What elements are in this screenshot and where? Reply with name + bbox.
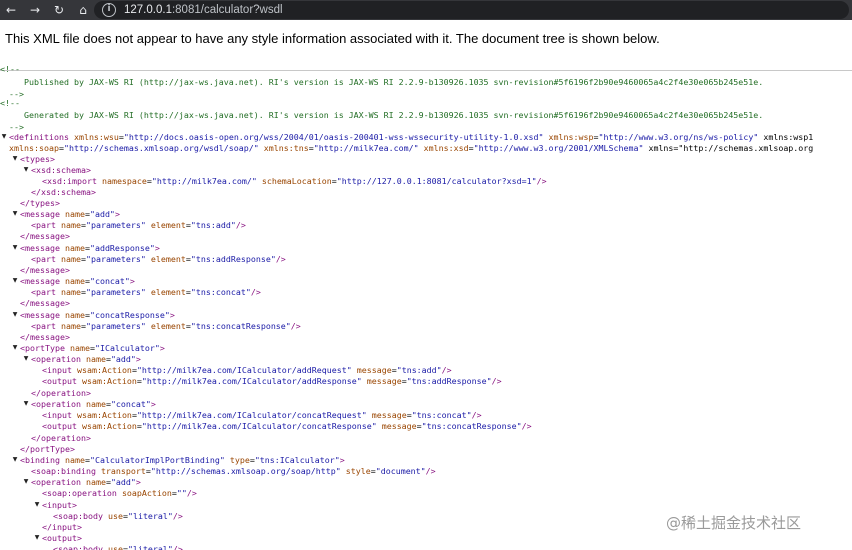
watermark: @稀土掘金技术社区: [666, 514, 802, 532]
collapse-arrow-icon[interactable]: ▼: [11, 242, 19, 254]
xml-comment-line: ▼<!--: [0, 97, 20, 109]
xml-text: <part name="parameters" element="tns:con…: [31, 321, 301, 331]
xml-comment-line: Published by JAX-WS RI (http://jax-ws.ja…: [24, 76, 763, 88]
xml-notice-text: This XML file does not appear to have an…: [5, 31, 660, 46]
url-text[interactable]: 127.0.0.1:8081/calculator?wsdl: [124, 3, 283, 17]
xml-text: </message>: [20, 332, 70, 342]
xml-text: <soap:body use="literal"/>: [53, 511, 183, 521]
xml-text: <part name="parameters" element="tns:con…: [31, 287, 261, 297]
collapse-arrow-icon[interactable]: ▼: [11, 153, 19, 165]
home-icon[interactable]: ⌂: [75, 2, 91, 18]
xml-element-line: </message>: [20, 297, 70, 309]
xml-tree: ▼<!--Published by JAX-WS RI (http://jax-…: [0, 60, 852, 550]
xml-text: <message name="add">: [20, 209, 120, 219]
xml-text: <types>: [20, 154, 55, 164]
xml-text: <portType name="ICalculator">: [20, 343, 165, 353]
collapse-arrow-icon[interactable]: ▼: [22, 398, 30, 410]
back-icon[interactable]: ←: [3, 2, 19, 18]
xml-text: <!--: [0, 98, 20, 108]
xml-text: </message>: [20, 265, 70, 275]
info-icon[interactable]: i: [102, 3, 116, 17]
browser-toolbar: ← → ↻ ⌂ i 127.0.0.1:8081/calculator?wsdl: [0, 0, 852, 20]
xml-text: <part name="parameters" element="tns:add…: [31, 254, 286, 264]
collapse-arrow-icon[interactable]: ▼: [0, 131, 8, 143]
xml-text: <output wsam:Action="http://milk7ea.com/…: [42, 421, 532, 431]
xml-text: <input wsam:Action="http://milk7ea.com/I…: [42, 410, 482, 420]
collapse-arrow-icon[interactable]: ▼: [11, 454, 19, 466]
xml-notice-bar: This XML file does not appear to have an…: [0, 20, 852, 71]
collapse-arrow-icon[interactable]: ▼: [11, 275, 19, 287]
xml-node-line: <output wsam:Action="http://milk7ea.com/…: [42, 375, 502, 387]
xml-text: </operation>: [31, 433, 91, 443]
xml-text: <soap:operation soapAction=""/>: [42, 488, 197, 498]
xml-text: <input wsam:Action="http://milk7ea.com/I…: [42, 365, 452, 375]
xml-text: </message>: [20, 231, 70, 241]
url-path: :8081/calculator?wsdl: [171, 4, 283, 16]
xml-text: <definitions xmlns:wsu="http://docs.oasi…: [9, 132, 814, 142]
reload-icon[interactable]: ↻: [51, 2, 67, 18]
xml-text: <soap:body use="literal"/>: [53, 544, 183, 550]
xml-text: <xsd:import namespace="http://milk7ea.co…: [42, 176, 547, 186]
xml-text: <!--: [0, 64, 20, 74]
collapse-arrow-icon[interactable]: ▼: [11, 208, 19, 220]
xml-text: <operation name="add">: [31, 354, 141, 364]
xml-node-line: <xsd:import namespace="http://milk7ea.co…: [42, 175, 547, 187]
xml-text: <message name="addResponse">: [20, 243, 160, 253]
xml-node-line: <soap:operation soapAction=""/>: [42, 487, 197, 499]
xml-text: </input>: [42, 522, 82, 532]
xml-text: <input>: [42, 500, 77, 510]
collapse-arrow-icon[interactable]: ▼: [33, 499, 41, 511]
xml-element-line: </message>: [20, 230, 70, 242]
xml-text: <part name="parameters" element="tns:add…: [31, 220, 246, 230]
xml-comment-line: Generated by JAX-WS RI (http://jax-ws.ja…: [24, 109, 763, 121]
collapse-arrow-icon[interactable]: ▼: [11, 309, 19, 321]
url-host: 127.0.0.1: [124, 4, 172, 16]
xml-text: </xsd:schema>: [31, 187, 96, 197]
collapse-arrow-icon[interactable]: ▼: [11, 342, 19, 354]
xml-text: <message name="concat">: [20, 276, 135, 286]
xml-text: <xsd:schema>: [31, 165, 91, 175]
xml-node-line: <part name="parameters" element="tns:con…: [31, 320, 301, 332]
collapse-arrow-icon[interactable]: ▼: [33, 532, 41, 544]
xml-text: xmlns:soap="http://schemas.xmlsoap.org/w…: [9, 143, 814, 153]
collapse-arrow-icon[interactable]: ▼: [22, 353, 30, 365]
xml-text: <soap:binding transport="http://schemas.…: [31, 466, 436, 476]
xml-text: </types>: [20, 198, 60, 208]
xml-text: Generated by JAX-WS RI (http://jax-ws.ja…: [24, 110, 764, 120]
xml-text: </portType>: [20, 444, 75, 454]
xml-text: <binding name="CalculatorImplPortBinding…: [20, 455, 345, 465]
xml-text: </message>: [20, 298, 70, 308]
address-bar[interactable]: i 127.0.0.1:8081/calculator?wsdl: [94, 1, 849, 19]
forward-icon[interactable]: →: [27, 2, 43, 18]
collapse-arrow-icon[interactable]: ▼: [22, 164, 30, 176]
xml-text: <message name="concatResponse">: [20, 310, 175, 320]
xml-text: <output>: [42, 533, 82, 543]
xml-text: <operation name="concat">: [31, 399, 156, 409]
xml-comment-line: ▼<!--: [0, 63, 20, 75]
xml-element-line: xmlns:soap="http://schemas.xmlsoap.org/w…: [9, 142, 813, 154]
xml-text: <output wsam:Action="http://milk7ea.com/…: [42, 376, 502, 386]
xml-text: <operation name="add">: [31, 477, 141, 487]
xml-text: Published by JAX-WS RI (http://jax-ws.ja…: [24, 77, 764, 87]
xml-text: </operation>: [31, 388, 91, 398]
xml-node-line: <output wsam:Action="http://milk7ea.com/…: [42, 420, 532, 432]
xml-node-line: <soap:body use="literal"/>: [53, 543, 183, 550]
collapse-arrow-icon[interactable]: ▼: [22, 476, 30, 488]
